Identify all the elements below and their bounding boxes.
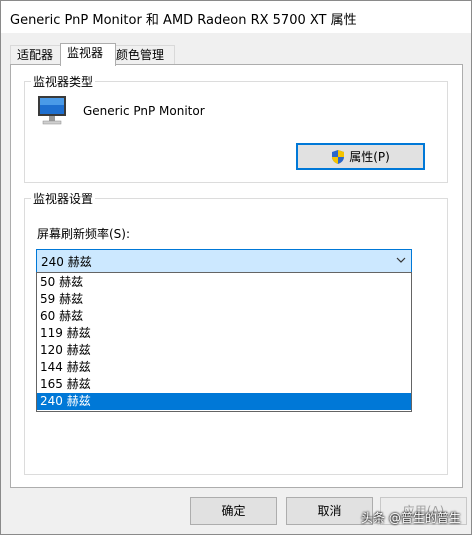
refresh-rate-option[interactable]: 120 赫兹	[37, 342, 411, 359]
chevron-down-icon	[396, 257, 406, 263]
refresh-rate-option[interactable]: 119 赫兹	[37, 325, 411, 342]
properties-button[interactable]: 属性(P)	[296, 143, 425, 170]
properties-button-label: 属性(P)	[349, 150, 390, 164]
properties-dialog: Generic PnP Monitor 和 AMD Radeon RX 5700…	[0, 0, 472, 535]
watermark: 头条 @普生的普生	[361, 511, 461, 525]
refresh-rate-option[interactable]: 59 赫兹	[37, 291, 411, 308]
monitor-settings-group-label: 监视器设置	[31, 190, 96, 207]
window-title: Generic PnP Monitor 和 AMD Radeon RX 5700…	[10, 13, 357, 28]
title-bar[interactable]: Generic PnP Monitor 和 AMD Radeon RX 5700…	[1, 1, 471, 33]
refresh-rate-label: 屏幕刷新频率(S):	[37, 227, 131, 241]
refresh-rate-selected-value: 240 赫兹	[41, 255, 92, 269]
monitor-icon	[38, 96, 66, 125]
refresh-rate-option[interactable]: 60 赫兹	[37, 308, 411, 325]
monitor-type-group-label: 监视器类型	[31, 73, 96, 90]
tab-adapter[interactable]: 适配器	[10, 45, 64, 65]
uac-shield-icon	[332, 149, 345, 164]
refresh-rate-option[interactable]: 165 赫兹	[37, 376, 411, 393]
monitor-name: Generic PnP Monitor	[83, 104, 205, 118]
refresh-rate-select[interactable]: 240 赫兹	[36, 249, 412, 273]
tab-monitor[interactable]: 监视器	[60, 43, 116, 66]
refresh-rate-dropdown-list: 50 赫兹 59 赫兹 60 赫兹 119 赫兹 120 赫兹 144 赫兹 1…	[36, 272, 412, 412]
refresh-rate-option-selected[interactable]: 240 赫兹	[37, 393, 411, 410]
refresh-rate-option[interactable]: 144 赫兹	[37, 359, 411, 376]
cancel-button[interactable]: 取消	[286, 497, 373, 525]
refresh-rate-option[interactable]: 50 赫兹	[37, 274, 411, 291]
ok-button[interactable]: 确定	[190, 497, 277, 525]
tab-color-management[interactable]: 颜色管理	[109, 45, 175, 65]
